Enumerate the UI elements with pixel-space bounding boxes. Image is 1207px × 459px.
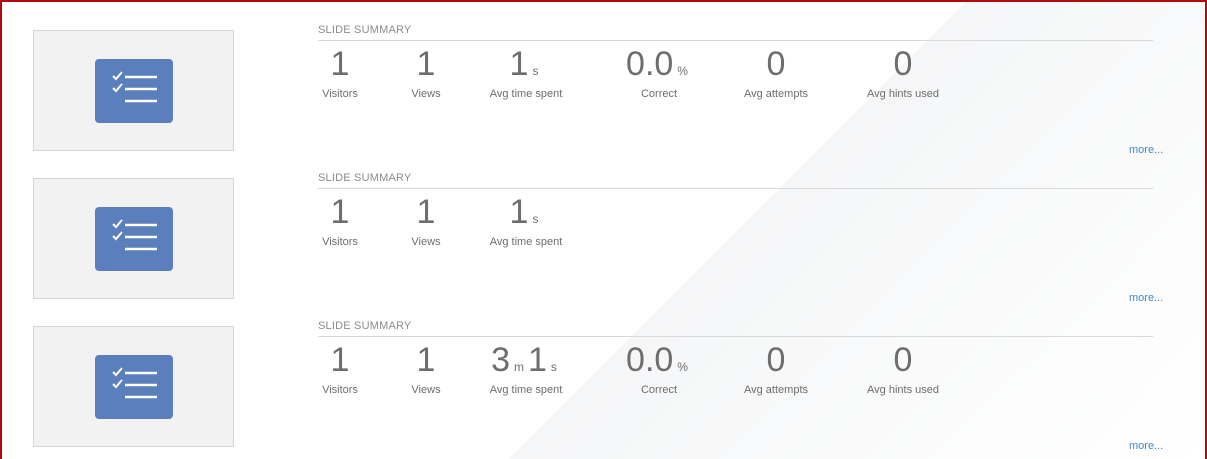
more-link[interactable]: more... xyxy=(1129,292,1163,304)
stat-avg-time: 1s Avg time spent xyxy=(466,192,586,252)
stat-avg-hints: 0 Avg hints used xyxy=(843,340,963,400)
stat-value: 0 xyxy=(893,341,913,379)
stat-value: 1 xyxy=(416,45,436,83)
stat-unit: s xyxy=(550,360,557,374)
stat-value: 1 xyxy=(330,45,350,83)
stat-avg-attempts: 0 Avg attempts xyxy=(716,44,836,104)
quiz-checklist-icon xyxy=(95,59,173,123)
stat-label: Correct xyxy=(640,384,678,396)
stat-value: 1 xyxy=(416,193,436,231)
quiz-checklist-icon xyxy=(95,207,173,271)
slide-summary-header: SLIDE SUMMARY xyxy=(318,320,1153,337)
slide-summary-panel: SLIDE SUMMARY 1 Visitors 1 Views 1s Avg … xyxy=(0,0,1207,459)
stat-value: 1 xyxy=(330,341,350,379)
stat-value: 1 xyxy=(509,45,529,83)
stat-label: Avg time spent xyxy=(489,88,563,100)
stat-avg-time: 1s Avg time spent xyxy=(466,44,586,104)
stat-avg-hints: 0 Avg hints used xyxy=(843,44,963,104)
stat-label: Avg attempts xyxy=(744,88,808,100)
slide-thumbnail[interactable] xyxy=(33,326,234,447)
quiz-checklist-icon xyxy=(95,355,173,419)
stat-unit: % xyxy=(677,64,688,78)
stat-unit: % xyxy=(677,360,688,374)
stat-label: Avg attempts xyxy=(744,384,808,396)
stat-value: 0 xyxy=(766,341,786,379)
stat-correct: 0.0% Correct xyxy=(599,44,719,104)
slide-row: SLIDE SUMMARY 1 Visitors 1 Views 1s Avg … xyxy=(2,166,1205,314)
stat-value: 0 xyxy=(893,45,913,83)
stat-label: Avg time spent xyxy=(489,236,563,248)
stat-unit: m xyxy=(514,360,524,374)
stat-avg-time: 3m1s Avg time spent xyxy=(466,340,586,400)
stat-value: 0.0 xyxy=(626,341,674,379)
more-link[interactable]: more... xyxy=(1129,144,1163,156)
stat-unit: s xyxy=(532,64,539,78)
slide-summary-header: SLIDE SUMMARY xyxy=(318,172,1153,189)
stat-value: 1 xyxy=(509,193,529,231)
more-link[interactable]: more... xyxy=(1129,440,1163,452)
stat-value: 1 xyxy=(528,341,547,379)
stat-correct: 0.0% Correct xyxy=(599,340,719,400)
stat-value: 3 xyxy=(491,341,510,379)
stat-unit: s xyxy=(532,212,539,226)
slide-row: SLIDE SUMMARY 1 Visitors 1 Views 1s Avg … xyxy=(2,18,1205,166)
stat-value: 0 xyxy=(766,45,786,83)
stat-value: 1 xyxy=(330,193,350,231)
stat-label: Avg hints used xyxy=(867,384,939,396)
stat-value: 1 xyxy=(416,341,436,379)
slide-thumbnail[interactable] xyxy=(33,178,234,299)
stat-value: 0.0 xyxy=(626,45,674,83)
stat-label: Correct xyxy=(640,88,678,100)
slide-summary-header: SLIDE SUMMARY xyxy=(318,24,1153,41)
stat-avg-attempts: 0 Avg attempts xyxy=(716,340,836,400)
stat-label: Avg time spent xyxy=(489,384,563,396)
slide-thumbnail[interactable] xyxy=(33,30,234,151)
slide-row: SLIDE SUMMARY 1 Visitors 1 Views 3m1s Av… xyxy=(2,314,1205,459)
stat-label: Avg hints used xyxy=(867,88,939,100)
